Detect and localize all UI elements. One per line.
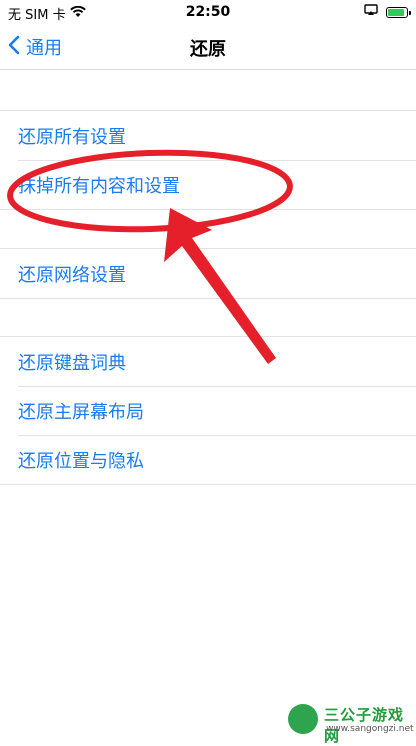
page-title: 还原	[190, 39, 226, 60]
reset-keyboard-dictionary-item[interactable]: 还原键盘词典	[0, 337, 416, 386]
battery-icon	[386, 6, 411, 18]
status-bar: 无 SIM 卡 22:50	[0, 0, 416, 24]
navigation-bar: 通用 还原	[0, 24, 416, 70]
list-item-label: 还原主屏幕布局	[18, 401, 144, 423]
list-item-label: 还原网络设置	[18, 264, 126, 286]
reset-group-2: 还原网络设置	[0, 248, 416, 299]
list-item-label: 抹掉所有内容和设置	[18, 175, 180, 197]
reset-group-1: 还原所有设置 抹掉所有内容和设置	[0, 110, 416, 210]
reset-group-3: 还原键盘词典 还原主屏幕布局 还原位置与隐私	[0, 336, 416, 485]
list-item-label: 还原键盘词典	[18, 352, 126, 374]
erase-all-content-item[interactable]: 抹掉所有内容和设置	[0, 160, 416, 209]
list-item-label: 还原所有设置	[18, 126, 126, 148]
battery-level	[388, 8, 404, 16]
watermark: 三公子游戏网 www.sangongzi.net	[282, 700, 416, 745]
status-bar-right	[364, 4, 411, 20]
android-logo-icon	[288, 704, 318, 734]
reset-home-screen-layout-item[interactable]: 还原主屏幕布局	[0, 386, 416, 435]
status-time: 22:50	[185, 4, 231, 20]
reset-network-settings-item[interactable]: 还原网络设置	[0, 249, 416, 298]
reset-all-settings-item[interactable]: 还原所有设置	[0, 111, 416, 160]
list-item-label: 还原位置与隐私	[18, 450, 144, 472]
watermark-url: www.sangongzi.net	[326, 724, 414, 734]
screen-mirroring-icon	[364, 4, 378, 20]
reset-location-privacy-item[interactable]: 还原位置与隐私	[0, 435, 416, 484]
